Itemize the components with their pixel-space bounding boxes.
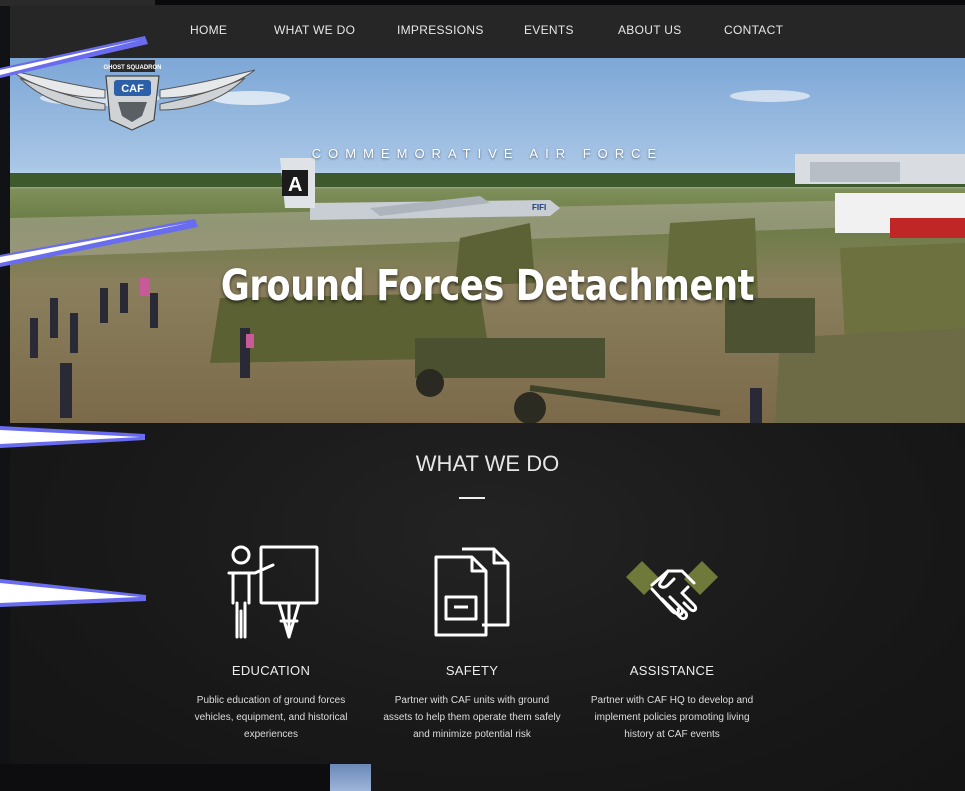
education-column: EDUCATION Public education of ground for… (176, 541, 366, 743)
nav-what-we-do[interactable]: WHAT WE DO (274, 23, 355, 37)
nav-events[interactable]: EVENTS (524, 23, 574, 37)
nav-impressions[interactable]: IMPRESSIONS (397, 23, 484, 37)
background-thumbnail (330, 764, 371, 791)
document-icon (434, 547, 510, 637)
nav-contact[interactable]: CONTACT (724, 23, 783, 37)
background-window-strip (0, 764, 330, 791)
section-title: WHAT WE DO (415, 451, 560, 476)
assistance-column: ASSISTANCE Partner with CAF HQ to develo… (577, 541, 767, 743)
safety-description: Partner with CAF units with ground asset… (383, 695, 561, 740)
hero-title: Ground Forces Detachment (220, 261, 755, 311)
annotation-arrow-4 (0, 579, 146, 607)
section-divider (459, 497, 485, 499)
plane-nose-art: FIFI (532, 203, 546, 212)
left-edge (0, 0, 10, 791)
annotation-arrow-1 (0, 36, 148, 78)
assistance-heading: ASSISTANCE (629, 663, 715, 678)
education-heading: EDUCATION (231, 663, 311, 678)
assistance-description: Partner with CAF HQ to develop and imple… (590, 695, 754, 740)
handshake-icon (626, 561, 718, 621)
education-description: Public education of ground forces vehicl… (194, 695, 348, 740)
safety-column: SAFETY Partner with CAF units with groun… (377, 541, 567, 743)
brand-name: COMMEMORATIVE AIR FORCE (311, 146, 664, 161)
safety-heading: SAFETY (445, 663, 499, 678)
website-page: HOME WHAT WE DO IMPRESSIONS EVENTS ABOUT… (10, 5, 965, 791)
annotation-arrow-3 (0, 426, 145, 448)
logo-badge-text: CAF (121, 83, 144, 95)
presentation-board-icon (227, 545, 319, 639)
annotation-arrow-2 (0, 219, 198, 267)
nav-home[interactable]: HOME (190, 23, 227, 37)
nav-about-us[interactable]: ABOUT US (618, 23, 682, 37)
plane-tail-letter: A (288, 174, 302, 196)
